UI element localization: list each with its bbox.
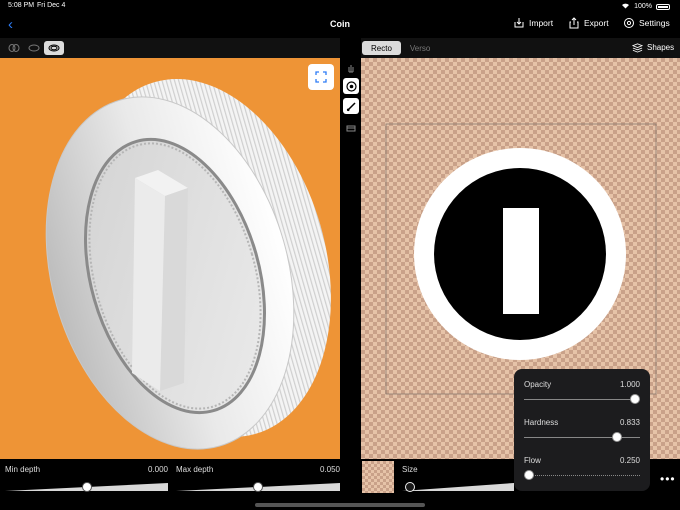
opacity-slider-thumb[interactable] — [630, 394, 640, 404]
side-segment: Recto Verso — [362, 40, 439, 56]
3d-viewport[interactable] — [0, 58, 340, 459]
home-indicator — [255, 503, 425, 507]
import-button[interactable]: Import — [513, 17, 553, 29]
tab-recto[interactable]: Recto — [362, 41, 401, 55]
wifi-icon — [621, 2, 630, 11]
stamp-tool[interactable] — [343, 78, 359, 94]
opacity-value: 1.000 — [619, 380, 640, 389]
more-options-icon[interactable]: ••• — [660, 472, 676, 486]
hardness-slider-thumb[interactable] — [612, 432, 623, 442]
hand-icon — [348, 65, 354, 73]
flow-label: Flow — [524, 456, 541, 465]
brush-settings-popover: Opacity 1.000 Hardness 0.833 Flow 0.250 — [514, 369, 650, 491]
size-label: Size — [402, 465, 418, 474]
min-depth-label: Min depth — [5, 465, 41, 474]
settings-label: Settings — [639, 18, 670, 28]
navigation-bar: ‹ Coin Import Export Settings — [0, 12, 680, 38]
brush-tool[interactable] — [343, 98, 359, 114]
coin-3d-icon — [48, 44, 60, 52]
size-slider-thumb[interactable] — [405, 482, 415, 492]
pan-tool[interactable] — [343, 60, 359, 76]
viewport-toolbar — [0, 38, 340, 58]
layers-icon — [632, 43, 643, 53]
expand-icon — [315, 71, 327, 83]
view-mode-both-sides[interactable] — [4, 41, 24, 55]
hardness-label: Hardness — [524, 418, 559, 427]
hardness-slider-track[interactable] — [524, 437, 640, 438]
status-right: 100% — [621, 2, 670, 11]
shapes-button[interactable]: Shapes — [632, 42, 674, 53]
size-slider-track[interactable] — [402, 482, 514, 492]
tab-verso[interactable]: Verso — [401, 41, 439, 55]
export-label: Export — [584, 18, 609, 28]
coin-flat-icon — [28, 44, 40, 52]
view-mode-flat[interactable] — [24, 41, 44, 55]
flow-slider-track[interactable] — [524, 475, 640, 476]
view-mode-segment — [4, 40, 64, 56]
view-mode-3d[interactable] — [44, 41, 64, 55]
min-depth-slider-thumb[interactable] — [81, 482, 92, 492]
coin-3d-render — [45, 79, 331, 450]
fullscreen-button[interactable] — [308, 64, 334, 90]
max-depth-label: Max depth — [176, 465, 214, 474]
import-icon — [514, 18, 524, 28]
eraser-icon — [346, 125, 356, 132]
status-time: 5:08 PM — [8, 2, 35, 9]
gear-icon — [624, 18, 634, 28]
opacity-slider-track[interactable] — [524, 399, 640, 400]
status-date: Fri Dec 4 — [37, 2, 66, 9]
tool-column — [340, 58, 361, 459]
battery-percent: 100% — [634, 3, 652, 10]
max-depth-value: 0.050 — [319, 465, 340, 474]
export-button[interactable]: Export — [568, 17, 609, 29]
opacity-label: Opacity — [524, 380, 552, 389]
brush-icon — [346, 101, 356, 111]
stamp-icon — [345, 80, 357, 92]
settings-button[interactable]: Settings — [623, 17, 670, 29]
battery-icon — [656, 3, 670, 10]
hardness-value: 0.833 — [619, 418, 640, 427]
max-depth-slider-thumb[interactable] — [253, 482, 263, 492]
brush-preview[interactable] — [362, 461, 394, 493]
flow-value: 0.250 — [619, 456, 640, 465]
shapes-label: Shapes — [647, 43, 675, 52]
status-bar: 5:08 PM Fri Dec 4 100% — [0, 0, 680, 12]
flow-slider-thumb[interactable] — [524, 470, 534, 480]
min-depth-value: 0.000 — [147, 465, 168, 474]
coin-sides-icon — [8, 44, 20, 52]
eraser-tool[interactable] — [343, 120, 359, 136]
import-label: Import — [529, 18, 554, 28]
export-icon — [569, 17, 579, 29]
texture-toolbar: Recto Verso Shapes — [361, 38, 680, 58]
